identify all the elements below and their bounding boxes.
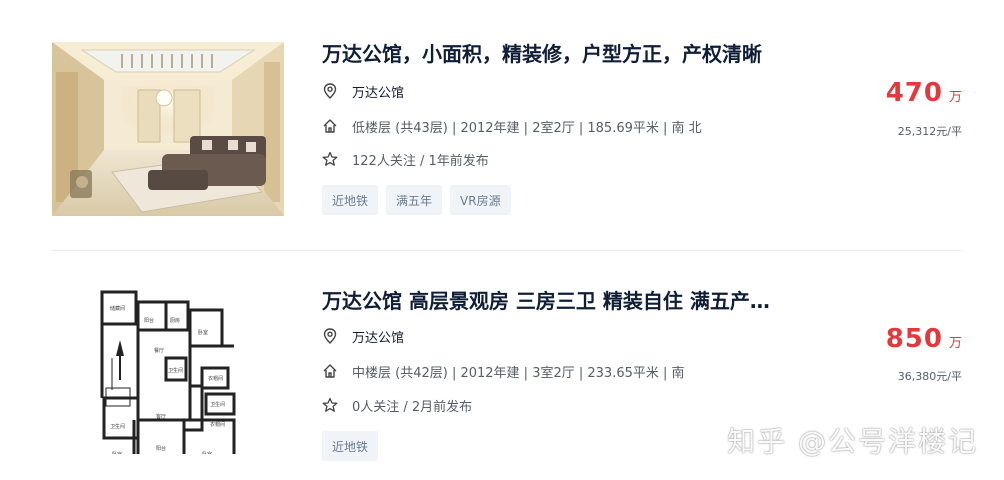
house-info-row: 低楼层 (共43层) | 2012年建 | 2室2厅 | 185.69平米 | … <box>322 116 702 136</box>
house-icon <box>322 118 338 134</box>
listing-card[interactable]: 万达公馆，小面积，精装修，户型方正，产权清晰 万达公馆 低楼层 (共43层) |… <box>0 0 1004 250</box>
listing-thumbnail[interactable]: 储藏间 阳台 厨房 卧室 餐厅 卫生间 衣帽间 卫生间 衣帽间 客厅 卫生间 卧… <box>52 280 284 454</box>
star-icon <box>322 151 338 167</box>
listing-thumbnail[interactable] <box>52 42 284 216</box>
svg-text:卫生间: 卫生间 <box>168 367 183 374</box>
tag: 近地铁 <box>322 431 379 461</box>
price-value: 850 <box>885 324 943 354</box>
watermark: 知乎 @公号洋楼记 <box>727 425 978 458</box>
svg-text:卧室: 卧室 <box>198 329 208 336</box>
svg-text:卧室: 卧室 <box>112 451 122 454</box>
community-row: 万达公馆 <box>322 326 404 346</box>
follow-row: 122人关注 / 1年前发布 <box>322 149 489 169</box>
total-price: 850 万 <box>886 324 962 354</box>
unit-price: 25,312元/平 <box>897 125 962 138</box>
svg-text:阳台: 阳台 <box>144 317 154 324</box>
floor-plan: 储藏间 阳台 厨房 卧室 餐厅 卫生间 衣帽间 卫生间 衣帽间 客厅 卫生间 卧… <box>100 290 236 454</box>
community-name[interactable]: 万达公馆 <box>352 327 404 346</box>
follow-row: 0人关注 / 2月前发布 <box>322 395 472 415</box>
listing-title[interactable]: 万达公馆，小面积，精装修，户型方正，产权清晰 <box>322 38 832 67</box>
total-price: 470 万 <box>886 78 962 108</box>
house-info: 中楼层 (共42层) | 2012年建 | 3室2厅 | 233.65平米 | … <box>352 365 685 381</box>
living-room-photo <box>52 42 284 216</box>
svg-text:餐厅: 餐厅 <box>154 347 164 354</box>
star-icon <box>322 397 338 413</box>
house-info-row: 中楼层 (共42层) | 2012年建 | 3室2厅 | 233.65平米 | … <box>322 361 685 381</box>
svg-text:储藏间: 储藏间 <box>110 305 125 312</box>
follow-info: 122人关注 / 1年前发布 <box>352 153 489 169</box>
house-icon <box>322 363 338 379</box>
svg-text:客厅: 客厅 <box>156 413 166 420</box>
svg-text:阳台: 阳台 <box>156 445 166 452</box>
listing-divider <box>52 250 962 251</box>
price-unit: 万 <box>948 90 962 105</box>
location-pin-icon <box>322 83 338 99</box>
tag: 满五年 <box>386 185 443 215</box>
price-value: 470 <box>885 78 943 108</box>
svg-text:卫生间: 卫生间 <box>110 423 125 430</box>
unit-price: 36,380元/平 <box>897 370 962 383</box>
listing-title[interactable]: 万达公馆 高层景观房 三房三卫 精装自住 满五产… <box>322 285 832 314</box>
house-info: 低楼层 (共43层) | 2012年建 | 2室2厅 | 185.69平米 | … <box>352 120 702 136</box>
tag: 近地铁 <box>322 185 379 215</box>
svg-text:卫生间: 卫生间 <box>210 401 225 408</box>
price-unit: 万 <box>948 336 962 351</box>
tag-list: 近地铁 满五年 VR房源 <box>322 185 511 215</box>
community-name[interactable]: 万达公馆 <box>352 82 404 101</box>
svg-text:卧室: 卧室 <box>202 451 212 454</box>
svg-text:衣帽间: 衣帽间 <box>208 375 223 382</box>
community-row: 万达公馆 <box>322 81 404 101</box>
tag-list: 近地铁 <box>322 431 379 461</box>
svg-text:衣帽间: 衣帽间 <box>210 421 225 428</box>
tag: VR房源 <box>450 185 511 215</box>
location-pin-icon <box>322 328 338 344</box>
follow-info: 0人关注 / 2月前发布 <box>352 399 473 415</box>
svg-text:厨房: 厨房 <box>170 317 180 324</box>
